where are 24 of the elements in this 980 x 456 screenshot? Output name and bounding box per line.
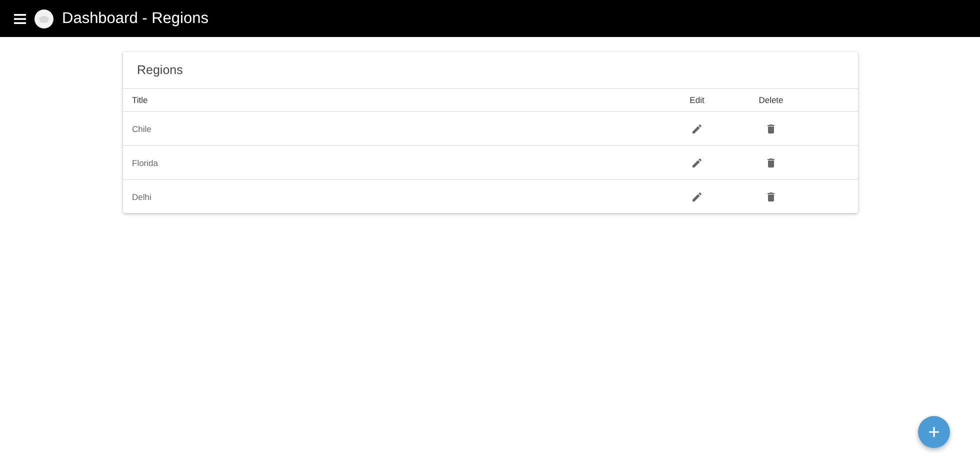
edit-button[interactable]: [691, 156, 703, 168]
pencil-icon: [691, 156, 703, 168]
column-header: Edit: [690, 95, 704, 105]
pencil-icon: [691, 190, 703, 202]
delete-button[interactable]: [765, 190, 777, 202]
edit-button[interactable]: [691, 190, 703, 202]
plus-icon: [929, 427, 939, 437]
trash-icon: [765, 122, 777, 134]
delete-button[interactable]: [765, 122, 777, 134]
logo-icon: [34, 8, 54, 28]
add-button[interactable]: [918, 416, 950, 448]
delete-button[interactable]: [765, 156, 777, 168]
column-header: Delete: [758, 95, 784, 105]
trash-icon: [765, 190, 777, 202]
card-title: Regions: [137, 63, 183, 77]
app-title: Dashboard - Regions: [62, 10, 208, 28]
edit-button[interactable]: [691, 122, 703, 134]
trash-icon: [765, 156, 777, 168]
menu-icon[interactable]: [14, 14, 26, 24]
table-cell-text: Florida: [132, 158, 159, 168]
table-cell-text: Delhi: [132, 192, 152, 202]
pencil-icon: [691, 122, 703, 134]
column-header: Title: [132, 95, 149, 105]
table-cell-text: Chile: [132, 124, 152, 134]
